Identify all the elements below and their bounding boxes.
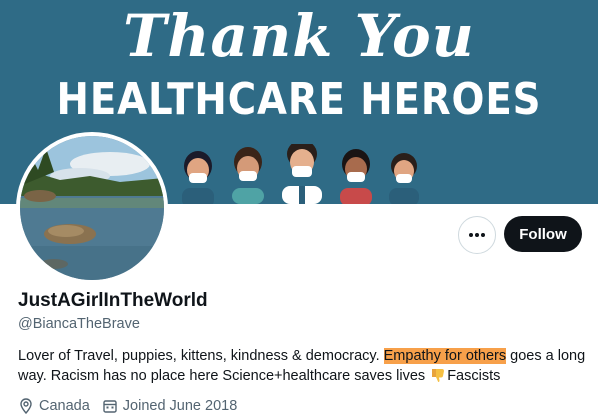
thumbs-down-icon	[430, 367, 446, 389]
location-item: Canada	[18, 398, 90, 414]
map-pin-icon	[18, 398, 34, 414]
profile-meta: Canada Joined June 2018	[18, 398, 249, 414]
bio-text-1: Lover of Travel, puppies, kittens, kindn…	[18, 348, 384, 364]
more-options-button[interactable]	[458, 216, 496, 254]
bio-text-3: Fascists	[447, 368, 501, 384]
joined-item: Joined June 2018	[102, 398, 238, 414]
location-text: Canada	[39, 398, 90, 414]
user-handle: @BiancaTheBrave	[18, 316, 140, 332]
bio-highlight: Empathy for others	[383, 348, 507, 364]
display-name: JustAGirlInTheWorld	[18, 290, 208, 311]
more-horizontal-icon	[469, 233, 485, 237]
healthcare-workers-illustration	[182, 144, 419, 204]
lake-landscape-photo	[20, 136, 164, 280]
calendar-icon	[102, 398, 118, 414]
profile-avatar[interactable]	[16, 132, 168, 284]
joined-text: Joined June 2018	[122, 398, 238, 414]
profile-bio: Lover of Travel, puppies, kittens, kindn…	[18, 346, 586, 389]
banner-title: Thank You	[123, 2, 475, 70]
follow-button[interactable]: Follow	[504, 216, 582, 252]
banner-subtitle: HEALTHCARE HEROES	[56, 74, 542, 125]
